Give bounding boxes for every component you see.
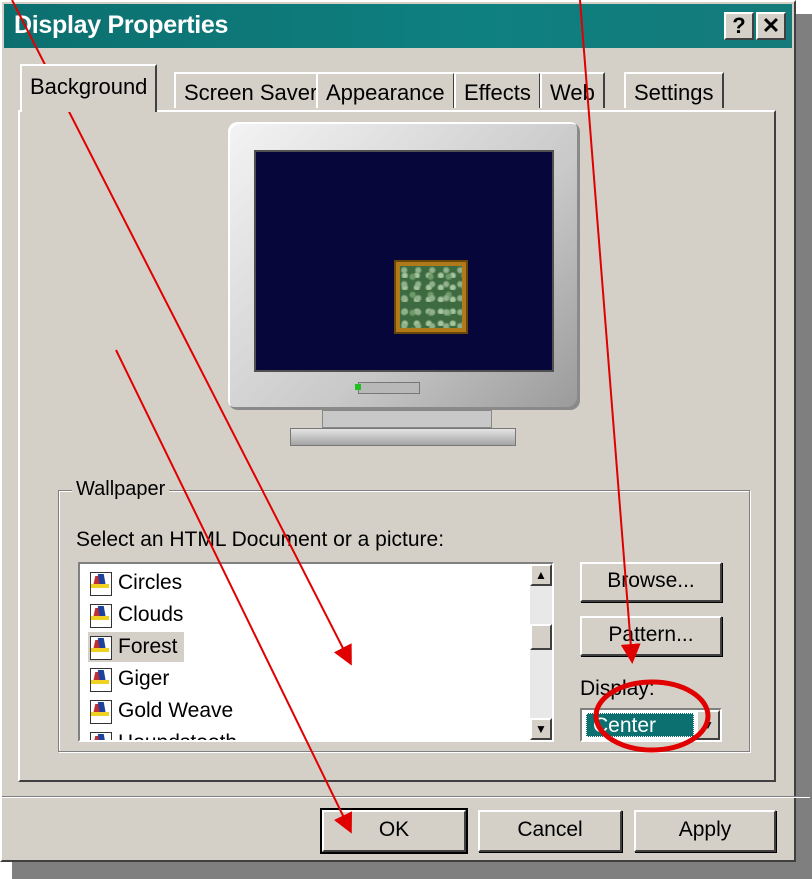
list-item[interactable]: Houndstooth <box>88 728 237 740</box>
tab-screen-saver[interactable]: Screen Saver <box>174 72 328 108</box>
title-bar[interactable]: Display Properties ? ✕ <box>4 4 792 48</box>
picture-file-icon <box>88 666 114 692</box>
apply-button-label: Apply <box>678 818 732 841</box>
tab-background[interactable]: Background <box>20 64 158 112</box>
scroll-down-icon[interactable]: ▼ <box>530 718 552 740</box>
help-button[interactable]: ? <box>724 12 754 40</box>
tab-appearance[interactable]: Appearance <box>316 72 455 108</box>
display-mode-dropdown[interactable]: Center ▼ <box>580 708 722 742</box>
tab-effects[interactable]: Effects <box>454 72 541 108</box>
cancel-button[interactable]: Cancel <box>478 810 622 852</box>
display-mode-value: Center <box>586 713 694 737</box>
monitor-preview <box>228 122 580 410</box>
picture-file-icon <box>88 602 114 628</box>
pattern-button-label: Pattern... <box>608 623 694 646</box>
power-led-icon <box>355 384 361 390</box>
picture-file-icon <box>88 634 114 660</box>
pattern-button[interactable]: Pattern... <box>580 616 722 656</box>
list-item-label: Giger <box>118 667 170 690</box>
help-icon: ? <box>732 13 746 38</box>
monitor-power-bar <box>355 382 420 394</box>
close-icon: ✕ <box>761 13 781 38</box>
chevron-down-icon[interactable]: ▼ <box>696 710 720 740</box>
list-item-label: Forest <box>118 635 178 658</box>
list-item[interactable]: Giger <box>88 664 169 694</box>
list-scrollbar[interactable]: ▲ ▼ <box>530 564 552 740</box>
scroll-thumb[interactable] <box>530 624 552 650</box>
picture-file-icon <box>88 570 114 596</box>
wallpaper-preview-image <box>394 260 468 334</box>
browse-button-label: Browse... <box>607 569 695 592</box>
cancel-button-label: Cancel <box>517 818 583 841</box>
tab-web[interactable]: Web <box>540 72 605 108</box>
monitor-neck <box>322 410 492 428</box>
apply-button[interactable]: Apply <box>634 810 776 852</box>
wallpaper-group-label: Wallpaper <box>72 478 170 501</box>
list-item-label: Houndstooth <box>118 731 237 740</box>
list-item-label: Clouds <box>118 603 184 626</box>
picture-file-icon <box>88 730 114 740</box>
ok-button[interactable]: OK <box>320 808 468 854</box>
list-item-selected[interactable]: Forest <box>88 632 184 662</box>
browse-button[interactable]: Browse... <box>580 562 722 602</box>
tab-settings[interactable]: Settings <box>624 72 724 108</box>
list-item-label: Circles <box>118 571 183 594</box>
display-mode-label: Display: <box>580 677 655 700</box>
wallpaper-listbox[interactable]: Circles Clouds Forest Giger Gold Weave H… <box>78 562 554 742</box>
footer-divider <box>2 796 810 798</box>
picture-file-icon <box>88 698 114 724</box>
list-item[interactable]: Clouds <box>88 600 183 630</box>
list-item-label: Gold Weave <box>118 699 234 722</box>
select-picture-label: Select an HTML Document or a picture: <box>76 528 445 551</box>
scroll-up-icon[interactable]: ▲ <box>530 564 552 586</box>
list-item[interactable]: Gold Weave <box>88 696 233 726</box>
window-title: Display Properties <box>14 11 229 39</box>
monitor-base <box>290 428 516 446</box>
preview-screen <box>254 150 554 372</box>
close-button[interactable]: ✕ <box>756 12 786 40</box>
list-item[interactable]: Circles <box>88 568 182 598</box>
ok-button-label: OK <box>378 818 410 841</box>
